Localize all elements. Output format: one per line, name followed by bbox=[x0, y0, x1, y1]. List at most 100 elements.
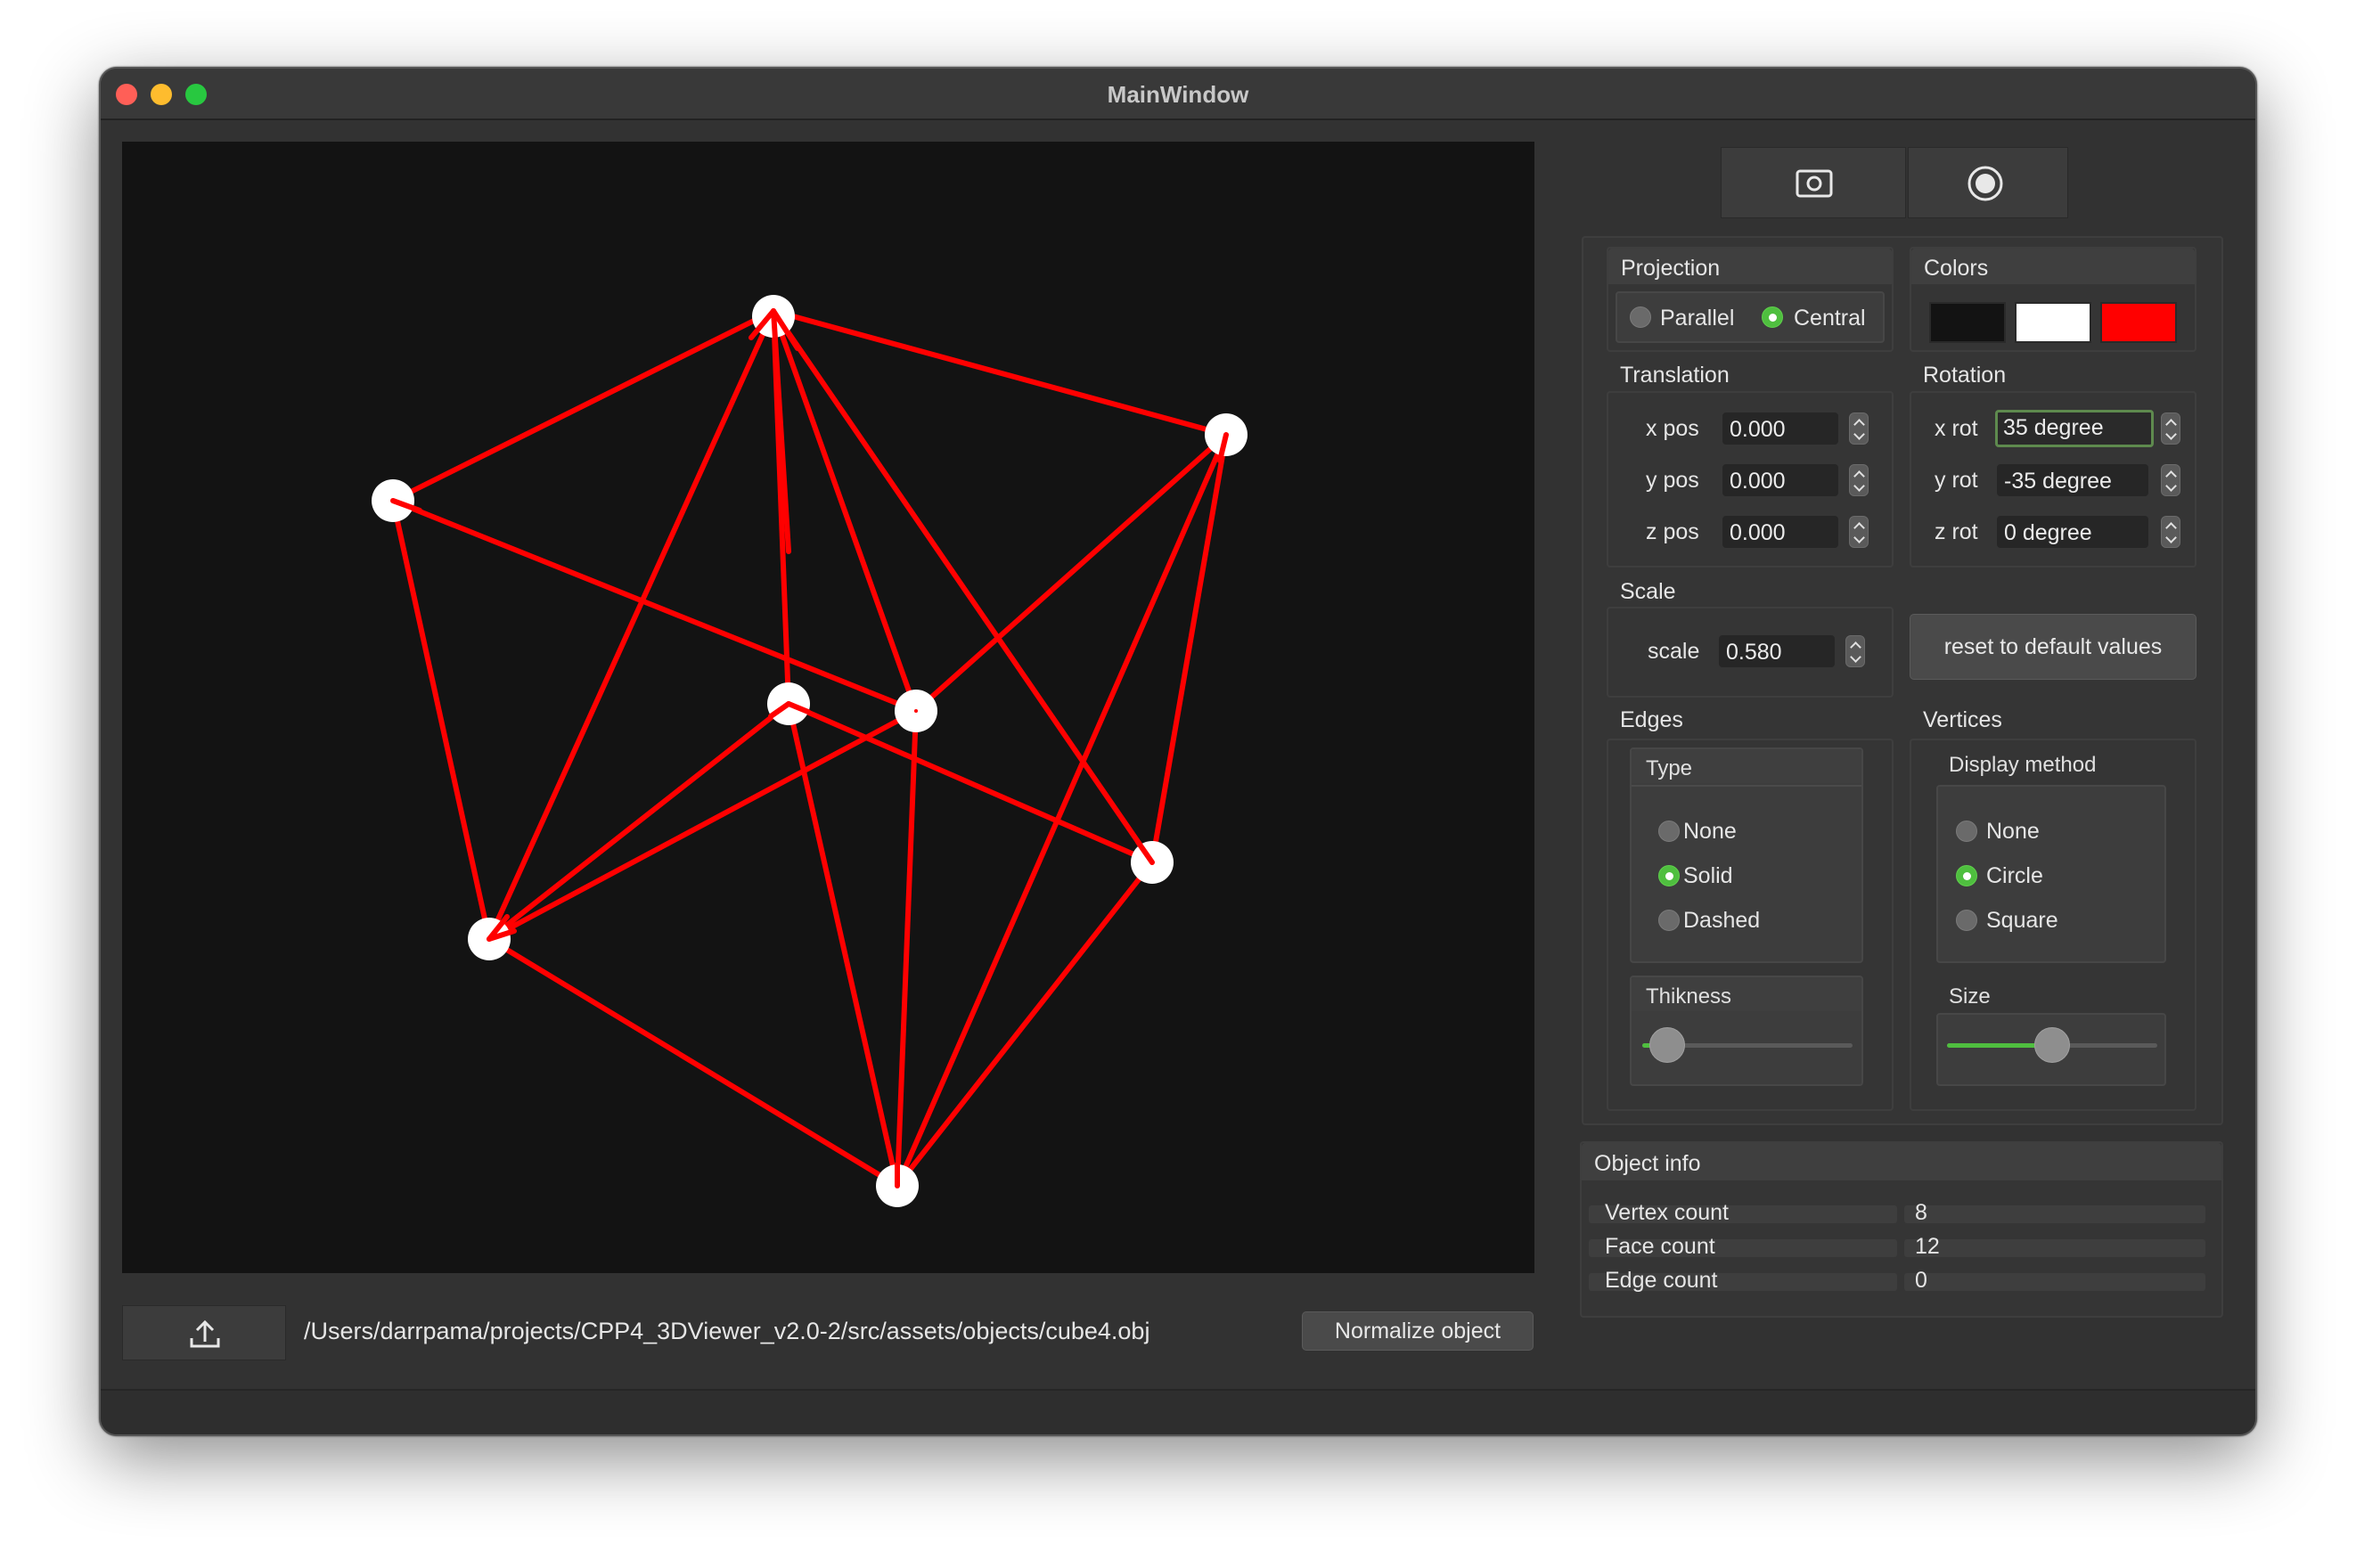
edge-none-label[interactable]: None bbox=[1683, 819, 1737, 845]
edge bbox=[895, 708, 919, 1188]
viewport[interactable] bbox=[122, 142, 1534, 1273]
y-rot-stepper[interactable] bbox=[2161, 464, 2180, 496]
edge bbox=[895, 860, 1155, 1188]
x-pos-input[interactable]: 0.000 bbox=[1722, 412, 1838, 445]
y-rot-label: y rot bbox=[1935, 468, 1978, 493]
vertex-square-radio[interactable] bbox=[1956, 910, 1977, 931]
z-pos-label: z pos bbox=[1646, 519, 1699, 544]
edge-count-label: Edge count bbox=[1605, 1268, 1718, 1293]
x-pos-stepper[interactable] bbox=[1849, 412, 1869, 445]
projection-group: Projection Parallel Central bbox=[1607, 247, 1894, 352]
vertex-none-radio[interactable] bbox=[1956, 821, 1977, 842]
edge-color-swatch[interactable] bbox=[2100, 302, 2177, 343]
rotation-title: Rotation bbox=[1923, 363, 2007, 388]
edge-dashed-label[interactable]: Dashed bbox=[1683, 908, 1760, 934]
main-window: MainWindow Projection Parallel Central C… bbox=[99, 67, 2257, 1436]
face-count-label: Face count bbox=[1605, 1234, 1715, 1259]
thickness-title: Thikness bbox=[1646, 984, 1732, 1009]
edge bbox=[390, 498, 919, 714]
thickness-slider-handle[interactable] bbox=[1649, 1027, 1685, 1063]
record-button[interactable] bbox=[1908, 147, 2068, 218]
parallel-radio[interactable] bbox=[1630, 306, 1651, 328]
x-rot-stepper[interactable] bbox=[2161, 412, 2180, 445]
vertex-count-value: 8 bbox=[1915, 1200, 1927, 1225]
vertex-none-label[interactable]: None bbox=[1986, 819, 2040, 845]
reset-default-button[interactable]: reset to default values bbox=[1910, 614, 2196, 680]
edge-solid-radio[interactable] bbox=[1658, 865, 1680, 886]
z-pos-stepper[interactable] bbox=[1849, 516, 1869, 548]
central-radio[interactable] bbox=[1762, 306, 1783, 328]
display-method-title: Display method bbox=[1949, 753, 2097, 777]
edges-group: Type None Solid Dashed Thikness bbox=[1607, 739, 1894, 1111]
vertex-circle-label[interactable]: Circle bbox=[1986, 863, 2043, 889]
y-pos-input[interactable]: 0.000 bbox=[1722, 464, 1838, 496]
object-info-title: Object info bbox=[1594, 1151, 1701, 1176]
scale-label: scale bbox=[1648, 639, 1700, 664]
vertex-color-swatch[interactable] bbox=[2015, 302, 2091, 343]
edges-title: Edges bbox=[1620, 707, 1683, 732]
face-count-value: 12 bbox=[1915, 1234, 1940, 1259]
edge bbox=[895, 432, 1229, 1188]
edge bbox=[786, 701, 900, 1188]
display-method-group: None Circle Square bbox=[1936, 785, 2166, 963]
y-pos-stepper[interactable] bbox=[1849, 464, 1869, 496]
edge bbox=[487, 708, 919, 942]
translation-group: x pos 0.000 y pos 0.000 z pos 0.000 bbox=[1607, 391, 1894, 568]
edge bbox=[390, 498, 492, 942]
parallel-label[interactable]: Parallel bbox=[1660, 306, 1734, 331]
translation-title: Translation bbox=[1620, 363, 1730, 388]
z-pos-input[interactable]: 0.000 bbox=[1722, 516, 1838, 548]
title-bar: MainWindow bbox=[101, 69, 2255, 120]
y-rot-input[interactable]: -35 degree bbox=[1997, 464, 2148, 496]
size-slider-handle[interactable] bbox=[2034, 1027, 2070, 1063]
status-bar bbox=[101, 1389, 2255, 1434]
vertex-count-label: Vertex count bbox=[1605, 1200, 1729, 1225]
rotation-group: x rot 35 degree y rot -35 degree z rot 0… bbox=[1910, 391, 2196, 568]
scale-stepper[interactable] bbox=[1845, 635, 1865, 667]
object-info-group: Object info Vertex count 8 Face count 12… bbox=[1580, 1141, 2223, 1318]
thickness-slider-track[interactable] bbox=[1642, 1027, 1853, 1063]
scene-canvas bbox=[372, 295, 1248, 1207]
vertex-circle-radio[interactable] bbox=[1956, 865, 1977, 886]
normalize-object-button[interactable]: Normalize object bbox=[1302, 1311, 1534, 1351]
edge-type-title: Type bbox=[1646, 756, 1693, 780]
z-rot-input[interactable]: 0 degree bbox=[1997, 516, 2148, 548]
vertices-group: Display method None Circle Square Size bbox=[1910, 739, 2196, 1111]
colors-title: Colors bbox=[1924, 256, 1989, 281]
background-color-swatch[interactable] bbox=[1929, 302, 2006, 343]
x-rot-label: x rot bbox=[1935, 416, 1978, 441]
edge-type-group: Type None Solid Dashed bbox=[1630, 747, 1863, 963]
edge-dashed-radio[interactable] bbox=[1658, 910, 1680, 931]
scale-input[interactable]: 0.580 bbox=[1719, 635, 1835, 667]
edge bbox=[487, 701, 791, 942]
edge bbox=[1149, 432, 1229, 865]
y-pos-label: y pos bbox=[1646, 468, 1699, 493]
edge-count-value: 0 bbox=[1915, 1268, 1927, 1293]
edge bbox=[771, 308, 919, 714]
edge-solid-label[interactable]: Solid bbox=[1683, 863, 1733, 889]
z-rot-label: z rot bbox=[1935, 519, 1978, 544]
scale-group: scale 0.580 bbox=[1607, 607, 1894, 698]
thickness-group: Thikness bbox=[1630, 976, 1863, 1086]
size-slider-track[interactable] bbox=[1947, 1027, 2157, 1063]
camera-screenshot-icon bbox=[1796, 169, 1833, 198]
edge bbox=[487, 308, 776, 942]
x-rot-input[interactable]: 35 degree bbox=[1995, 410, 2154, 447]
edge bbox=[913, 432, 1229, 714]
z-rot-stepper[interactable] bbox=[2161, 516, 2180, 548]
central-label[interactable]: Central bbox=[1794, 306, 1866, 331]
window-title: MainWindow bbox=[1107, 81, 1249, 108]
screenshot-button[interactable] bbox=[1721, 147, 1906, 218]
record-icon bbox=[1967, 166, 2003, 201]
edge-none-radio[interactable] bbox=[1658, 821, 1680, 842]
scale-title: Scale bbox=[1620, 579, 1676, 604]
open-file-button[interactable] bbox=[122, 1305, 286, 1360]
vertex-square-label[interactable]: Square bbox=[1986, 908, 2058, 934]
vertices-title: Vertices bbox=[1923, 707, 2002, 732]
projection-title: Projection bbox=[1621, 256, 1721, 281]
edge bbox=[487, 936, 900, 1188]
edge bbox=[390, 308, 776, 503]
file-path-label: /Users/darrpama/projects/CPP4_3DViewer_v… bbox=[304, 1318, 1150, 1344]
size-title: Size bbox=[1949, 984, 1991, 1009]
edge bbox=[771, 308, 1229, 437]
